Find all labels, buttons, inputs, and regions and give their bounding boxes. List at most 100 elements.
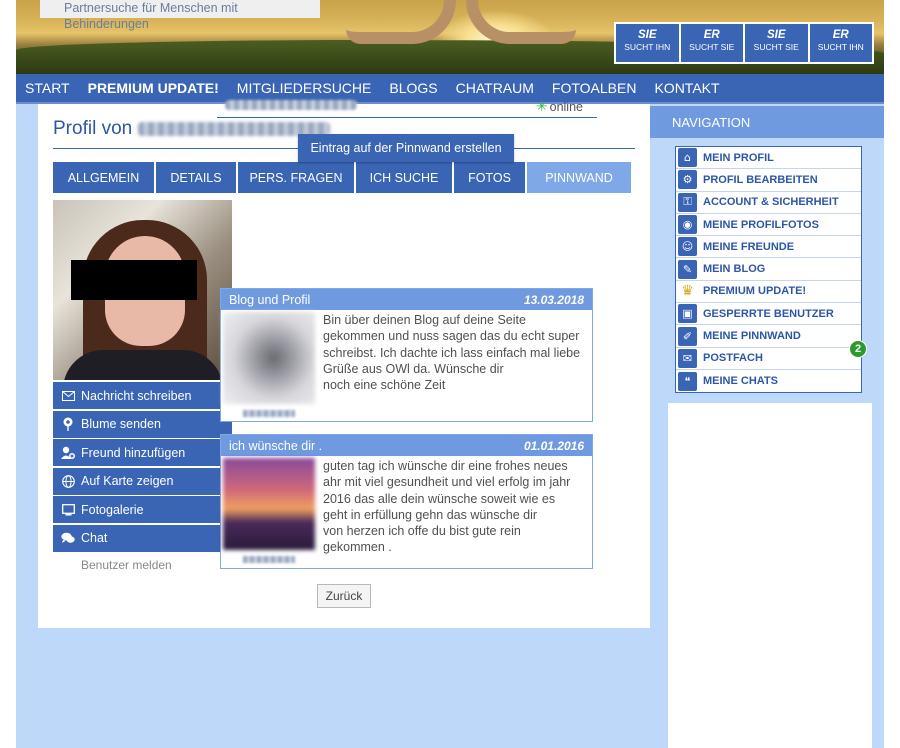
action-label: Nachricht schreiben bbox=[81, 388, 192, 403]
sidebar-item-edit-profile[interactable]: ⚙ PROFIL BEARBEITEN bbox=[676, 169, 861, 192]
camera-icon: ◉ bbox=[678, 215, 697, 235]
add-friend-icon bbox=[61, 446, 75, 460]
action-label: Fotogalerie bbox=[81, 502, 144, 517]
tab-details[interactable]: DETAILS bbox=[156, 162, 236, 193]
send-flower-button[interactable]: Blume senden bbox=[53, 410, 232, 438]
post-date: 01.01.2016 bbox=[523, 438, 584, 453]
search-button-sublabel: SUCHT IHN bbox=[817, 42, 864, 52]
action-label: Blume senden bbox=[81, 417, 161, 432]
post-author-avatar[interactable] bbox=[223, 458, 315, 550]
search-she-seeks-him-button[interactable]: SIE SUCHT IHN bbox=[616, 24, 679, 62]
search-she-seeks-her-button[interactable]: SIE SUCHT SIE bbox=[745, 24, 808, 62]
online-star-icon: ✳ bbox=[535, 98, 548, 114]
photo-shirt bbox=[63, 350, 223, 380]
lock-icon: ▣ bbox=[678, 304, 697, 324]
back-button[interactable]: Zurück bbox=[317, 584, 371, 608]
post-text-line: schreibst. Ich dachte ich lass einfach m… bbox=[323, 345, 581, 360]
post-text-line: gekommen . bbox=[323, 540, 392, 555]
post-title[interactable]: Blog und Profil bbox=[229, 293, 310, 307]
search-button-sublabel: SUCHT SIE bbox=[689, 42, 735, 52]
search-button-label: SIE bbox=[637, 29, 657, 41]
show-on-map-button[interactable]: Auf Karte zeigen bbox=[53, 467, 232, 495]
post-author-avatar[interactable] bbox=[223, 312, 315, 404]
post-text-line: von herzen ich offe du bist gute rein bbox=[323, 524, 521, 539]
page: Partnersuche für Menschen mit Behinderun… bbox=[0, 0, 900, 748]
post-text-line: gekommen und nuss sagen das du echt supe… bbox=[323, 329, 580, 344]
sidebar-item-postfach[interactable]: ✉ POSTFACH bbox=[676, 348, 861, 370]
home-icon: ⌂ bbox=[678, 148, 697, 168]
add-friend-button[interactable]: Freund hinzufügen bbox=[53, 439, 232, 467]
post-text-line: Bin über deinen Blog auf deine Seite bbox=[323, 313, 526, 327]
sidebar-item-my-blog[interactable]: ✎ MEIN BLOG bbox=[676, 258, 861, 281]
site-tagline: Partnersuche für Menschen mit Behinderun… bbox=[40, 0, 320, 31]
post-title[interactable]: ich wünsche dir . bbox=[229, 439, 322, 453]
censor-bar bbox=[71, 260, 197, 300]
sidebar-item-profile-photos[interactable]: ◉ MEINE PROFILFOTOS bbox=[676, 214, 861, 237]
post-text-line: guten tag ich wünsche dir eine frohes ne… bbox=[323, 459, 568, 473]
sidebar-item-label: ACCOUNT & SICHERHEIT bbox=[703, 196, 839, 209]
page-title: Profil von bbox=[53, 118, 331, 140]
tab-allgemein[interactable]: ALLGEMEIN bbox=[53, 162, 154, 193]
sidebar-item-label: MEINE PINNWAND bbox=[703, 330, 801, 343]
sidebar-item-account-security[interactable]: ⚿ ACCOUNT & SICHERHEIT bbox=[676, 192, 861, 214]
blurred-author-name bbox=[243, 556, 295, 563]
pinnwand-post: Blog und Profil 13.03.2018 Bin über dein… bbox=[220, 288, 593, 422]
action-label: Chat bbox=[81, 531, 108, 546]
friends-icon: ☺ bbox=[678, 237, 697, 257]
tab-pinnwand[interactable]: PINNWAND bbox=[527, 162, 631, 193]
post-date: 13.03.2018 bbox=[523, 292, 584, 307]
sidebar-item-label: POSTFACH bbox=[703, 352, 763, 365]
action-label: Freund hinzufügen bbox=[81, 445, 186, 460]
profile-photo[interactable] bbox=[53, 200, 232, 380]
online-status-label: online bbox=[549, 100, 583, 114]
post-text-line: geht in erfüllung gehn das wünsche dir bbox=[323, 507, 538, 522]
sidebar-item-label: PROFIL BEARBEITEN bbox=[703, 173, 818, 186]
gears-icon: ⚙ bbox=[678, 170, 697, 190]
chat-bubbles-icon: ❝ bbox=[678, 371, 697, 391]
sidebar-item-my-chats[interactable]: ❝ MEINE CHATS bbox=[676, 370, 861, 392]
sidebar-item-my-profile[interactable]: ⌂ MEIN PROFIL bbox=[676, 147, 861, 170]
post-body: Bin über deinen Blog auf deine Seite gek… bbox=[221, 310, 592, 417]
sidebar-item-blocked-users[interactable]: ▣ GESPERRTE BENUTZER bbox=[676, 303, 861, 326]
tab-fotos[interactable]: FOTOS bbox=[454, 162, 525, 193]
search-button-sublabel: SUCHT IHN bbox=[624, 42, 671, 52]
nav-premium-update[interactable]: PREMIUM UPDATE! bbox=[79, 80, 228, 96]
create-pinnwand-entry-button[interactable]: Eintrag auf der Pinnwand erstellen bbox=[298, 134, 514, 162]
tab-pers-fragen[interactable]: PERS. FRAGEN bbox=[238, 162, 354, 193]
sidebar-item-my-pinnwand[interactable]: ✐ MEINE PINNWAND bbox=[676, 325, 861, 348]
send-message-button[interactable]: Nachricht schreiben bbox=[53, 382, 232, 409]
sidebar-item-label: MEIN PROFIL bbox=[703, 151, 774, 164]
blurred-author-name bbox=[243, 410, 295, 417]
post-text-line: noch eine schöne Zeit bbox=[323, 378, 446, 393]
nav-contact[interactable]: KONTAKT bbox=[645, 80, 728, 96]
post-text-line: ahr mit viel gesundheit und viel erfolg … bbox=[323, 475, 571, 490]
sidebar-empty-panel bbox=[668, 403, 872, 748]
action-label: Auf Karte zeigen bbox=[81, 474, 174, 489]
tab-ich-suche[interactable]: ICH SUCHE bbox=[356, 162, 452, 193]
sidebar-item-label: MEINE PROFILFOTOS bbox=[703, 218, 819, 231]
search-he-seeks-her-button[interactable]: ER SUCHT SIE bbox=[680, 24, 743, 62]
envelope-icon bbox=[61, 389, 75, 403]
sidebar-item-premium-update[interactable]: ♛ PREMIUM UPDATE! bbox=[676, 281, 861, 304]
pinnwand-header: ✳ online bbox=[217, 94, 597, 118]
envelope-icon: ✉ bbox=[678, 348, 697, 368]
post-text-line: 2016 das alle dein wünsche soweit wie es bbox=[323, 491, 556, 506]
search-button-label: ER bbox=[832, 29, 849, 41]
report-user-link[interactable]: Benutzer melden bbox=[81, 558, 172, 572]
chat-button[interactable]: Chat bbox=[53, 524, 232, 552]
key-icon: ⚿ bbox=[678, 192, 697, 212]
nav-start[interactable]: START bbox=[16, 80, 79, 96]
search-button-label: SIE bbox=[766, 29, 786, 41]
monitor-icon bbox=[61, 503, 75, 517]
profile-tabs: ALLGEMEIN DETAILS PERS. FRAGEN ICH SUCHE… bbox=[53, 162, 635, 193]
search-he-seeks-him-button[interactable]: ER SUCHT IHN bbox=[809, 24, 872, 62]
blog-icon: ✎ bbox=[678, 259, 697, 279]
sidebar-item-label: MEIN BLOG bbox=[703, 263, 766, 276]
sidebar-item-my-friends[interactable]: ☺ MEINE FREUNDE bbox=[676, 236, 861, 259]
photo-gallery-button[interactable]: Fotogalerie bbox=[53, 496, 232, 524]
post-text-line: Grüße aus OWl da. Wünsche dir bbox=[323, 361, 504, 376]
post-header: Blog und Profil 13.03.2018 bbox=[221, 289, 592, 310]
profile-actions: Nachricht schreiben Blume senden Freund … bbox=[53, 382, 232, 554]
page-title-prefix: Profil von bbox=[53, 118, 133, 139]
postfach-count-badge: 2 bbox=[849, 340, 867, 358]
